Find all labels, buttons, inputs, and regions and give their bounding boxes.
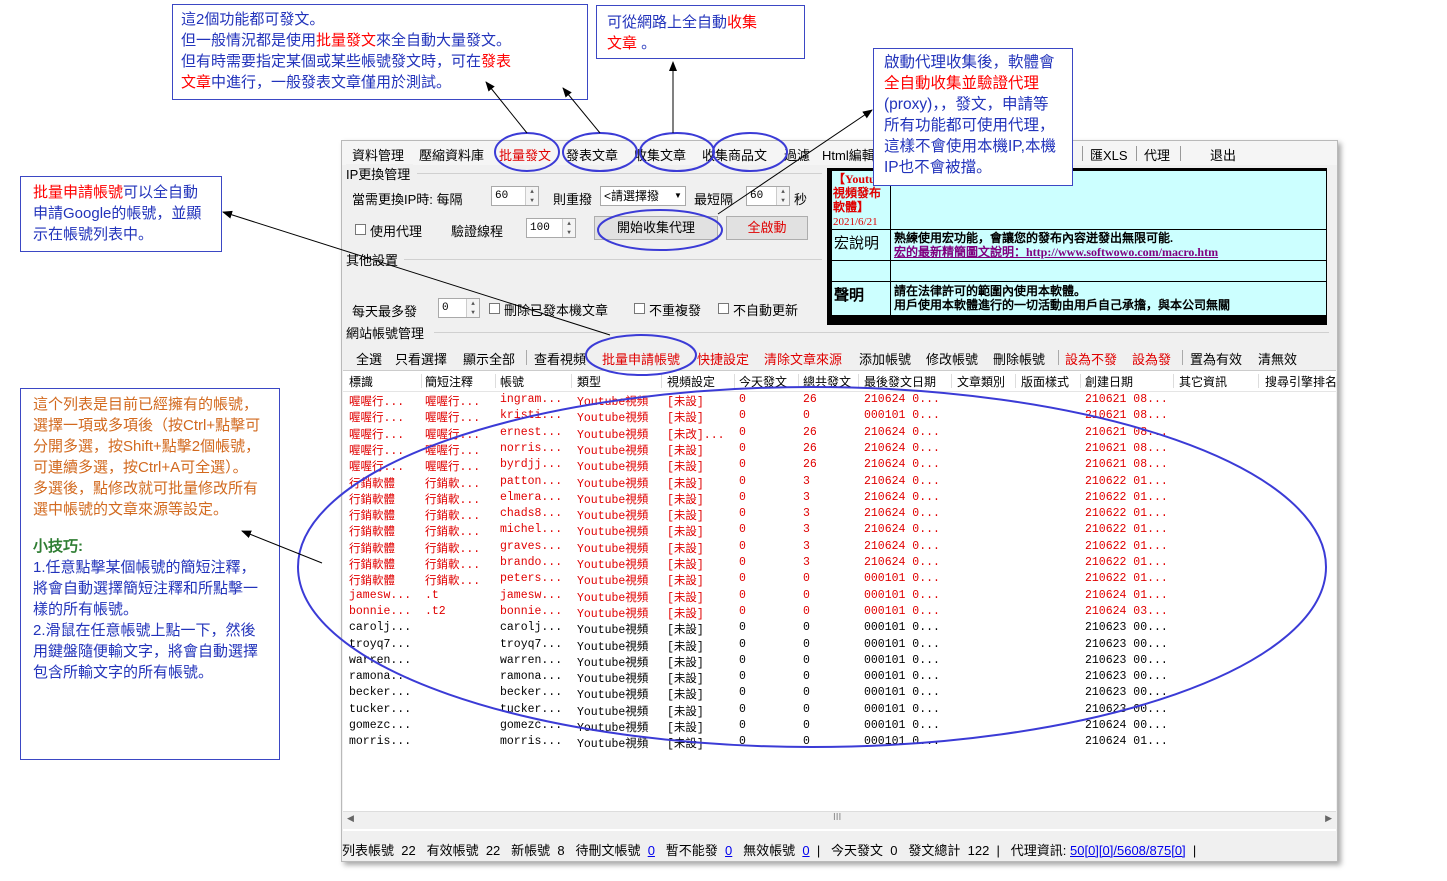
- annotation-arrow: [485, 81, 528, 134]
- annotation-arrow: [562, 87, 601, 134]
- highlight-ellipse: [712, 132, 788, 172]
- annotation-arrow: [222, 210, 611, 336]
- annotation-overlay: [222, 61, 1327, 748]
- highlight-ellipse: [494, 132, 560, 172]
- highlight-ellipse: [585, 334, 697, 376]
- annotation-arrow: [241, 530, 323, 564]
- highlight-ellipse: [639, 132, 715, 172]
- highlight-ellipse: [297, 386, 1327, 748]
- highlight-ellipse: [597, 209, 723, 251]
- annotation-arrow: [717, 109, 873, 215]
- highlight-ellipse: [562, 132, 638, 172]
